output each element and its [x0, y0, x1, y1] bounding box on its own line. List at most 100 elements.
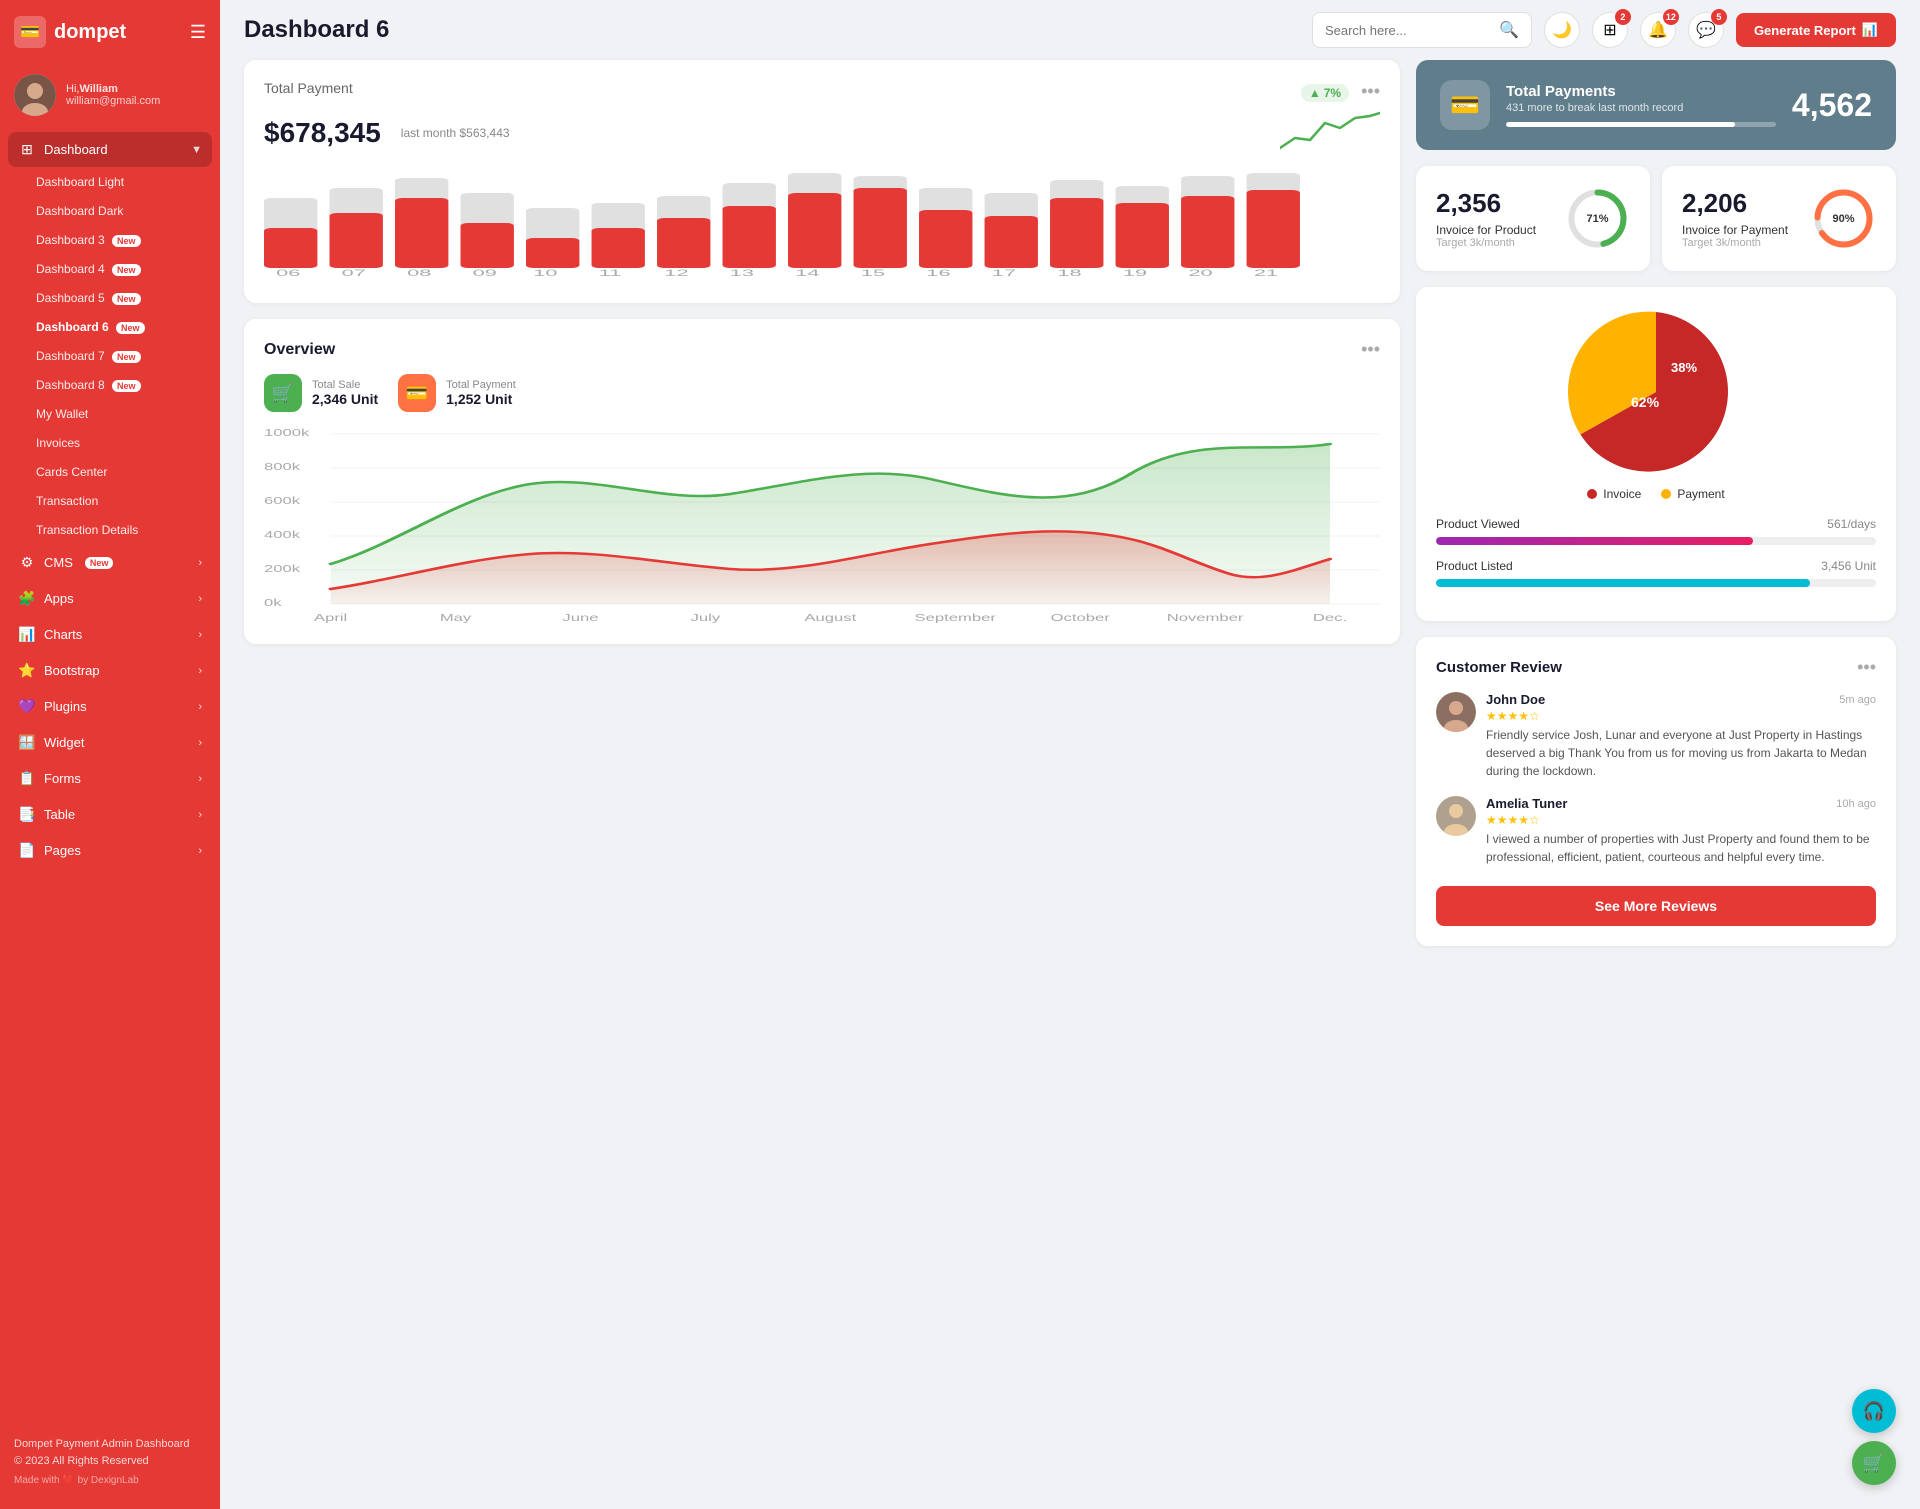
footer-made: Made with ❤️ by DexignLab	[14, 1473, 206, 1489]
sidebar-sub-invoices[interactable]: Invoices	[8, 429, 212, 457]
sidebar-item-bootstrap[interactable]: ⭐ Bootstrap ›	[8, 653, 212, 688]
total-payment-overview-label: Total Payment	[446, 379, 516, 391]
review-menu-dots[interactable]: •••	[1857, 657, 1876, 678]
forms-icon: 📋	[18, 770, 36, 787]
svg-text:15: 15	[861, 268, 885, 278]
charts-label: Charts	[44, 627, 82, 642]
sidebar-item-pages[interactable]: 📄 Pages ›	[8, 833, 212, 868]
dashboard-sub-items: Dashboard Light Dashboard Dark Dashboard…	[8, 168, 212, 544]
sidebar-item-plugins[interactable]: 💜 Plugins ›	[8, 689, 212, 724]
svg-text:08: 08	[407, 268, 431, 278]
generate-report-button[interactable]: Generate Report 📊	[1736, 13, 1896, 47]
reviewer-name-1: John Doe	[1486, 692, 1545, 707]
trend-pct: 7%	[1324, 86, 1341, 100]
right-column: 💳 Total Payments 431 more to break last …	[1416, 60, 1896, 946]
trend-sparkline	[1280, 108, 1380, 153]
cms-icon: ⚙	[18, 554, 36, 571]
cart-fab[interactable]: 🛒	[1852, 1441, 1896, 1485]
message-button[interactable]: 💬 5	[1688, 12, 1724, 48]
sidebar-item-cms[interactable]: ⚙ CMS New ›	[8, 545, 212, 580]
invoice-payment-pct: 90%	[1832, 213, 1854, 225]
sidebar-sub-dashboard-light[interactable]: Dashboard Light	[8, 168, 212, 196]
svg-text:19: 19	[1123, 268, 1147, 278]
total-sale-value: 2,346 Unit	[312, 391, 378, 407]
sidebar-item-apps[interactable]: 🧩 Apps ›	[8, 581, 212, 616]
support-fab[interactable]: 🎧	[1852, 1389, 1896, 1433]
sidebar: 💳 dompet ☰ Hi,William william@gmail.com …	[0, 0, 220, 1509]
sidebar-item-forms[interactable]: 📋 Forms ›	[8, 761, 212, 796]
overview-menu-dots[interactable]: •••	[1361, 339, 1380, 360]
sidebar-item-charts[interactable]: 📊 Charts ›	[8, 617, 212, 652]
invoice-payment-card: 2,206 Invoice for Payment Target 3k/mont…	[1662, 166, 1896, 271]
apps-button[interactable]: ⊞ 2	[1592, 12, 1628, 48]
total-sale-icon: 🛒	[264, 374, 302, 412]
svg-text:12: 12	[664, 268, 688, 278]
overview-title: Overview	[264, 341, 335, 359]
svg-text:16: 16	[926, 268, 950, 278]
widget-chevron: ›	[198, 737, 202, 749]
invoice-payment-label: Invoice for Payment	[1682, 223, 1788, 237]
main-content: Dashboard 6 🔍 🌙 ⊞ 2 🔔 12 💬 5 Generate Re…	[220, 0, 1920, 1509]
cms-badge: New	[85, 557, 114, 569]
sidebar-sub-dashboard-5[interactable]: Dashboard 5 New	[8, 284, 212, 312]
search-icon: 🔍	[1499, 20, 1519, 40]
search-box[interactable]: 🔍	[1312, 12, 1532, 48]
plugins-label: Plugins	[44, 699, 87, 714]
dashboard-label: Dashboard	[44, 142, 108, 157]
sidebar-sub-dashboard-8[interactable]: Dashboard 8 New	[8, 371, 212, 399]
user-info: Hi,William william@gmail.com	[66, 83, 160, 107]
reviewer-name-2: Amelia Tuner	[1486, 796, 1567, 811]
bar-chart-svg: 06 07 08 09 10 11 12 13 14 15 16 17 18 1…	[264, 168, 1380, 278]
apps-chevron: ›	[198, 593, 202, 605]
sidebar-sub-transaction-details[interactable]: Transaction Details	[8, 516, 212, 544]
sidebar-sub-dashboard-6[interactable]: Dashboard 6 New	[8, 313, 212, 341]
logo-icon: 💳	[14, 16, 46, 48]
total-sale-label: Total Sale	[312, 379, 378, 391]
user-profile: Hi,William william@gmail.com	[0, 64, 220, 132]
bell-button[interactable]: 🔔 12	[1640, 12, 1676, 48]
sidebar-item-table[interactable]: 📑 Table ›	[8, 797, 212, 832]
svg-text:August: August	[804, 612, 856, 623]
moon-button[interactable]: 🌙	[1544, 12, 1580, 48]
invoice-product-pct: 71%	[1586, 213, 1608, 225]
reviewer-avatar-1	[1436, 692, 1476, 732]
review-title: Customer Review	[1436, 659, 1562, 676]
bootstrap-chevron: ›	[198, 665, 202, 677]
sidebar-item-widget[interactable]: 🪟 Widget ›	[8, 725, 212, 760]
cms-label: CMS	[44, 555, 73, 570]
reviewer-avatar-2	[1436, 796, 1476, 836]
payment-legend-dot	[1661, 489, 1671, 499]
invoice-payment-donut: 90%	[1811, 186, 1876, 251]
card-menu-dots[interactable]: •••	[1361, 81, 1380, 102]
customer-review-card: Customer Review ••• John Doe	[1416, 637, 1896, 946]
see-more-reviews-button[interactable]: See More Reviews	[1436, 886, 1876, 926]
pie-chart-svg: 62% 38%	[1566, 307, 1746, 477]
sidebar-footer: Dompet Payment Admin Dashboard © 2023 Al…	[0, 1424, 220, 1493]
overview-card: Overview ••• 🛒 Total Sale 2,346 Unit 💳	[244, 319, 1400, 644]
svg-text:20: 20	[1188, 268, 1212, 278]
reviewer-time-2: 10h ago	[1836, 798, 1876, 810]
total-payment-stat: 💳 Total Payment 1,252 Unit	[398, 374, 516, 412]
sidebar-sub-dashboard-4[interactable]: Dashboard 4 New	[8, 255, 212, 283]
sidebar-item-dashboard[interactable]: ⊞ Dashboard ▼	[8, 132, 212, 167]
product-viewed-progress: Product Viewed 561/days	[1436, 517, 1876, 545]
total-payment-overview-value: 1,252 Unit	[446, 391, 516, 407]
hamburger-button[interactable]: ☰	[190, 22, 206, 43]
svg-text:October: October	[1051, 612, 1111, 623]
sidebar-sub-transaction[interactable]: Transaction	[8, 487, 212, 515]
sidebar-sub-cards-center[interactable]: Cards Center	[8, 458, 212, 486]
sidebar-sub-my-wallet[interactable]: My Wallet	[8, 400, 212, 428]
pie-chart-card: 62% 38% Invoice Payment	[1416, 287, 1896, 621]
banner-subtitle: 431 more to break last month record	[1506, 102, 1776, 114]
widget-icon: 🪟	[18, 734, 36, 751]
pages-label: Pages	[44, 843, 81, 858]
svg-text:21: 21	[1254, 268, 1278, 278]
pie-chart-wrapper: 62% 38%	[1436, 307, 1876, 477]
svg-text:1000k: 1000k	[264, 427, 309, 438]
product-listed-fill	[1436, 579, 1810, 587]
search-input[interactable]	[1325, 23, 1491, 38]
sidebar-sub-dashboard-3[interactable]: Dashboard 3 New	[8, 226, 212, 254]
sidebar-sub-dashboard-7[interactable]: Dashboard 7 New	[8, 342, 212, 370]
sidebar-sub-dashboard-dark[interactable]: Dashboard Dark	[8, 197, 212, 225]
dashboard-icon: ⊞	[18, 141, 36, 158]
